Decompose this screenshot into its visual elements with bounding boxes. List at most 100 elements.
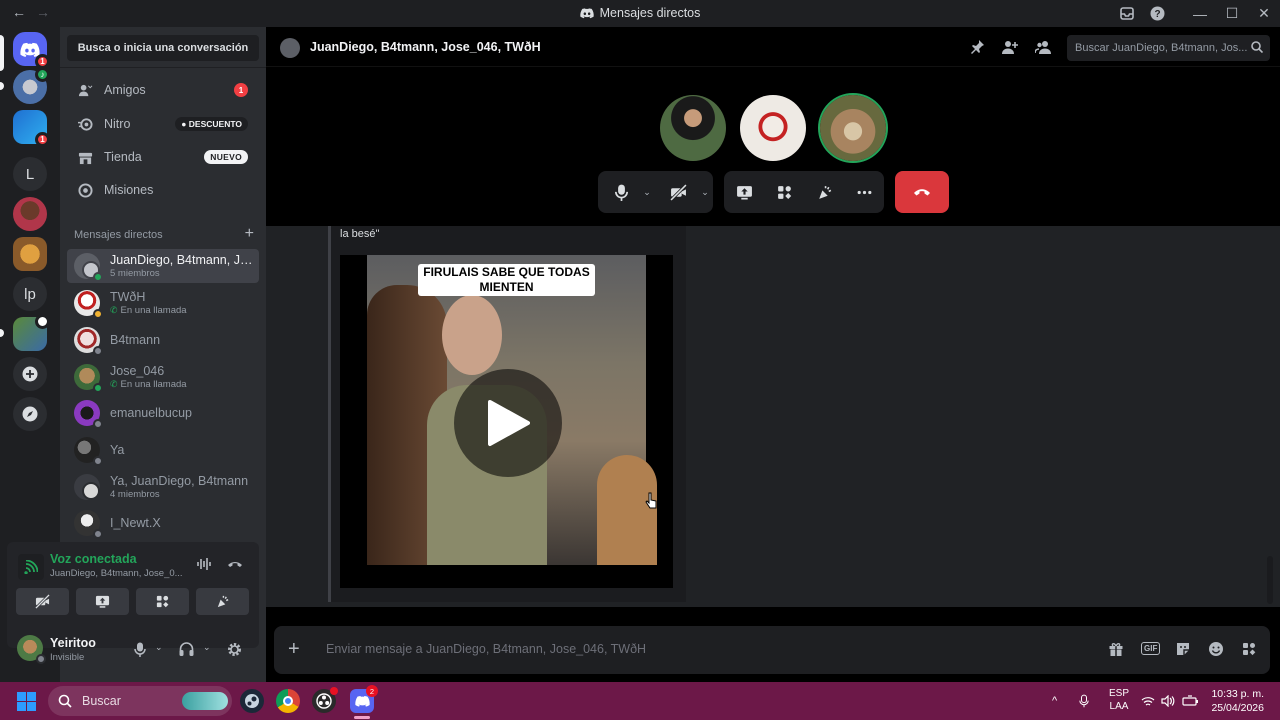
soundboard-button[interactable] <box>196 588 249 615</box>
start-button[interactable] <box>17 692 36 711</box>
play-button[interactable] <box>454 369 562 477</box>
minimize-icon[interactable]: — <box>1184 0 1216 27</box>
nitro-icon <box>77 117 93 131</box>
voice-channel-name: JuanDiego, B4tmann, Jose_0... <box>50 568 183 579</box>
dm-item-group-ya[interactable]: Ya, JuanDiego, B4tmann 4 miembros <box>67 470 259 504</box>
gif-button[interactable]: GIF <box>1141 642 1161 655</box>
dm-item-b4tmann[interactable]: B4tmann <box>67 323 259 357</box>
help-icon[interactable]: ? <box>1142 0 1172 27</box>
server-l[interactable]: L <box>13 157 47 191</box>
sticker-icon[interactable] <box>1175 641 1191 662</box>
maximize-icon[interactable]: ☐ <box>1216 0 1248 27</box>
microphone-icon <box>614 184 628 201</box>
server-game[interactable] <box>13 314 50 351</box>
chevron-down-icon[interactable]: ⌄ <box>698 171 712 213</box>
search-input[interactable]: Buscar JuanDiego, B4tmann, Jos... <box>1067 35 1270 61</box>
more-options-button[interactable] <box>844 171 884 213</box>
message-input[interactable]: Enviar mensaje a JuanDiego, B4tmann, Jos… <box>326 642 646 656</box>
headphones-icon[interactable] <box>179 642 194 659</box>
screen-share-button[interactable] <box>76 588 129 615</box>
dm-item-ya[interactable]: Ya <box>67 433 259 467</box>
camera-off-button[interactable] <box>16 588 69 615</box>
chevron-down-icon[interactable]: ⌄ <box>203 642 211 653</box>
chevron-down-icon[interactable]: ⌄ <box>640 171 654 213</box>
volume-icon[interactable] <box>1161 682 1175 720</box>
activities-button[interactable] <box>136 588 189 615</box>
connection-signal-icon[interactable] <box>18 554 44 580</box>
user-panel: Yeiritoo Invisible ⌄ ⌄ <box>7 625 259 673</box>
unread-indicator <box>0 329 4 337</box>
hang-up-button[interactable] <box>895 171 949 213</box>
nav-friends[interactable]: Amigos 1 <box>68 75 258 105</box>
chevron-down-icon[interactable]: ⌄ <box>155 642 163 653</box>
avatar <box>74 364 103 393</box>
voice-status-title[interactable]: Voz conectada <box>50 552 137 566</box>
server-burger[interactable] <box>13 237 47 271</box>
microphone-icon[interactable] <box>134 642 146 660</box>
find-conversation-button[interactable]: Busca o inicia una conversación <box>67 35 259 61</box>
dm-item-emanuelbucup[interactable]: emanuelbucup <box>67 396 259 430</box>
obs-icon[interactable] <box>312 687 338 713</box>
pin-icon[interactable] <box>969 39 985 60</box>
nav-shop[interactable]: Tienda NUEVO <box>68 142 258 172</box>
settings-gear-icon[interactable] <box>227 642 242 660</box>
call-actions-group <box>724 171 884 213</box>
participant-avatar-speaking[interactable] <box>820 95 886 161</box>
nav-nitro[interactable]: Nitro ● DESCUENTO <box>68 109 258 139</box>
dm-item-twdh[interactable]: TWðH ✆ En una llamada <box>67 286 259 320</box>
screen-share-button[interactable] <box>724 171 764 213</box>
camera-off-button[interactable] <box>658 171 698 213</box>
server-lp[interactable]: lp <box>13 277 47 311</box>
member-list-icon[interactable] <box>1034 39 1051 60</box>
apps-icon[interactable] <box>1241 641 1257 662</box>
activities-button[interactable] <box>764 171 804 213</box>
message-embed: la besé" FIRULAIS SABE QUE TODAS MIENTEN <box>328 226 686 602</box>
channel-title[interactable]: JuanDiego, B4tmann, Jose_046, TWðH <box>310 40 541 54</box>
dm-item-group-juandiego[interactable]: JuanDiego, B4tmann, Jose_046, TWðH 5 mie… <box>67 249 259 283</box>
create-dm-plus-icon[interactable]: + <box>245 226 254 242</box>
server-avatar[interactable] <box>13 197 47 231</box>
microphone-tray-icon[interactable] <box>1079 682 1089 720</box>
inbox-icon[interactable] <box>1112 0 1142 27</box>
nav-quests[interactable]: Misiones <box>68 175 258 205</box>
group-dm-icon <box>280 38 300 58</box>
microphone-button[interactable] <box>602 171 640 213</box>
video-attachment[interactable]: FIRULAIS SABE QUE TODAS MIENTEN <box>340 255 673 588</box>
discord-logo-icon <box>20 42 40 57</box>
video-caption: FIRULAIS SABE QUE TODAS MIENTEN <box>418 264 595 296</box>
avatar <box>74 290 103 319</box>
add-friends-icon[interactable] <box>1002 39 1018 60</box>
chrome-icon[interactable] <box>276 689 300 713</box>
show-hidden-icons[interactable]: ^ <box>1052 682 1057 720</box>
discord-taskbar-icon[interactable]: 2 <box>350 685 378 713</box>
server-voice-group[interactable]: ♪ <box>13 67 50 104</box>
upload-plus-icon[interactable]: + <box>288 639 300 659</box>
dm-item-jose046[interactable]: Jose_046 ✆ En una llamada <box>67 360 259 394</box>
participant-avatar[interactable] <box>740 95 806 161</box>
steam-icon[interactable] <box>240 689 264 713</box>
soundboard-button[interactable] <box>804 171 844 213</box>
battery-icon[interactable] <box>1182 682 1199 720</box>
video-letterbox <box>367 565 646 588</box>
discover-button[interactable] <box>13 397 47 431</box>
dm-item-inewtx[interactable]: I_Newt.X <box>67 506 259 540</box>
language-indicator[interactable]: ESP LAA <box>1109 687 1129 713</box>
emoji-icon[interactable] <box>1208 641 1224 662</box>
friends-count-badge: 1 <box>234 83 248 97</box>
svg-text:?: ? <box>1154 9 1160 20</box>
username[interactable]: Yeiritoo <box>50 636 96 650</box>
gift-icon[interactable] <box>1108 641 1124 662</box>
user-avatar[interactable] <box>17 635 46 664</box>
scrollbar-thumb[interactable] <box>1267 556 1273 604</box>
activities-icon <box>777 185 791 199</box>
add-server-button[interactable] <box>13 357 47 391</box>
taskbar-search[interactable]: Buscar <box>48 686 232 716</box>
server-cube[interactable]: 1 <box>13 110 50 147</box>
participant-avatar[interactable] <box>660 95 726 161</box>
disconnect-icon[interactable] <box>227 557 243 574</box>
noise-suppression-icon[interactable] <box>196 557 212 574</box>
close-icon[interactable]: ✕ <box>1248 0 1280 27</box>
home-button[interactable]: 1 <box>13 32 50 69</box>
wifi-icon[interactable] <box>1141 682 1155 720</box>
system-clock[interactable]: 10:33 p. m. 25/04/2026 <box>1211 687 1264 715</box>
